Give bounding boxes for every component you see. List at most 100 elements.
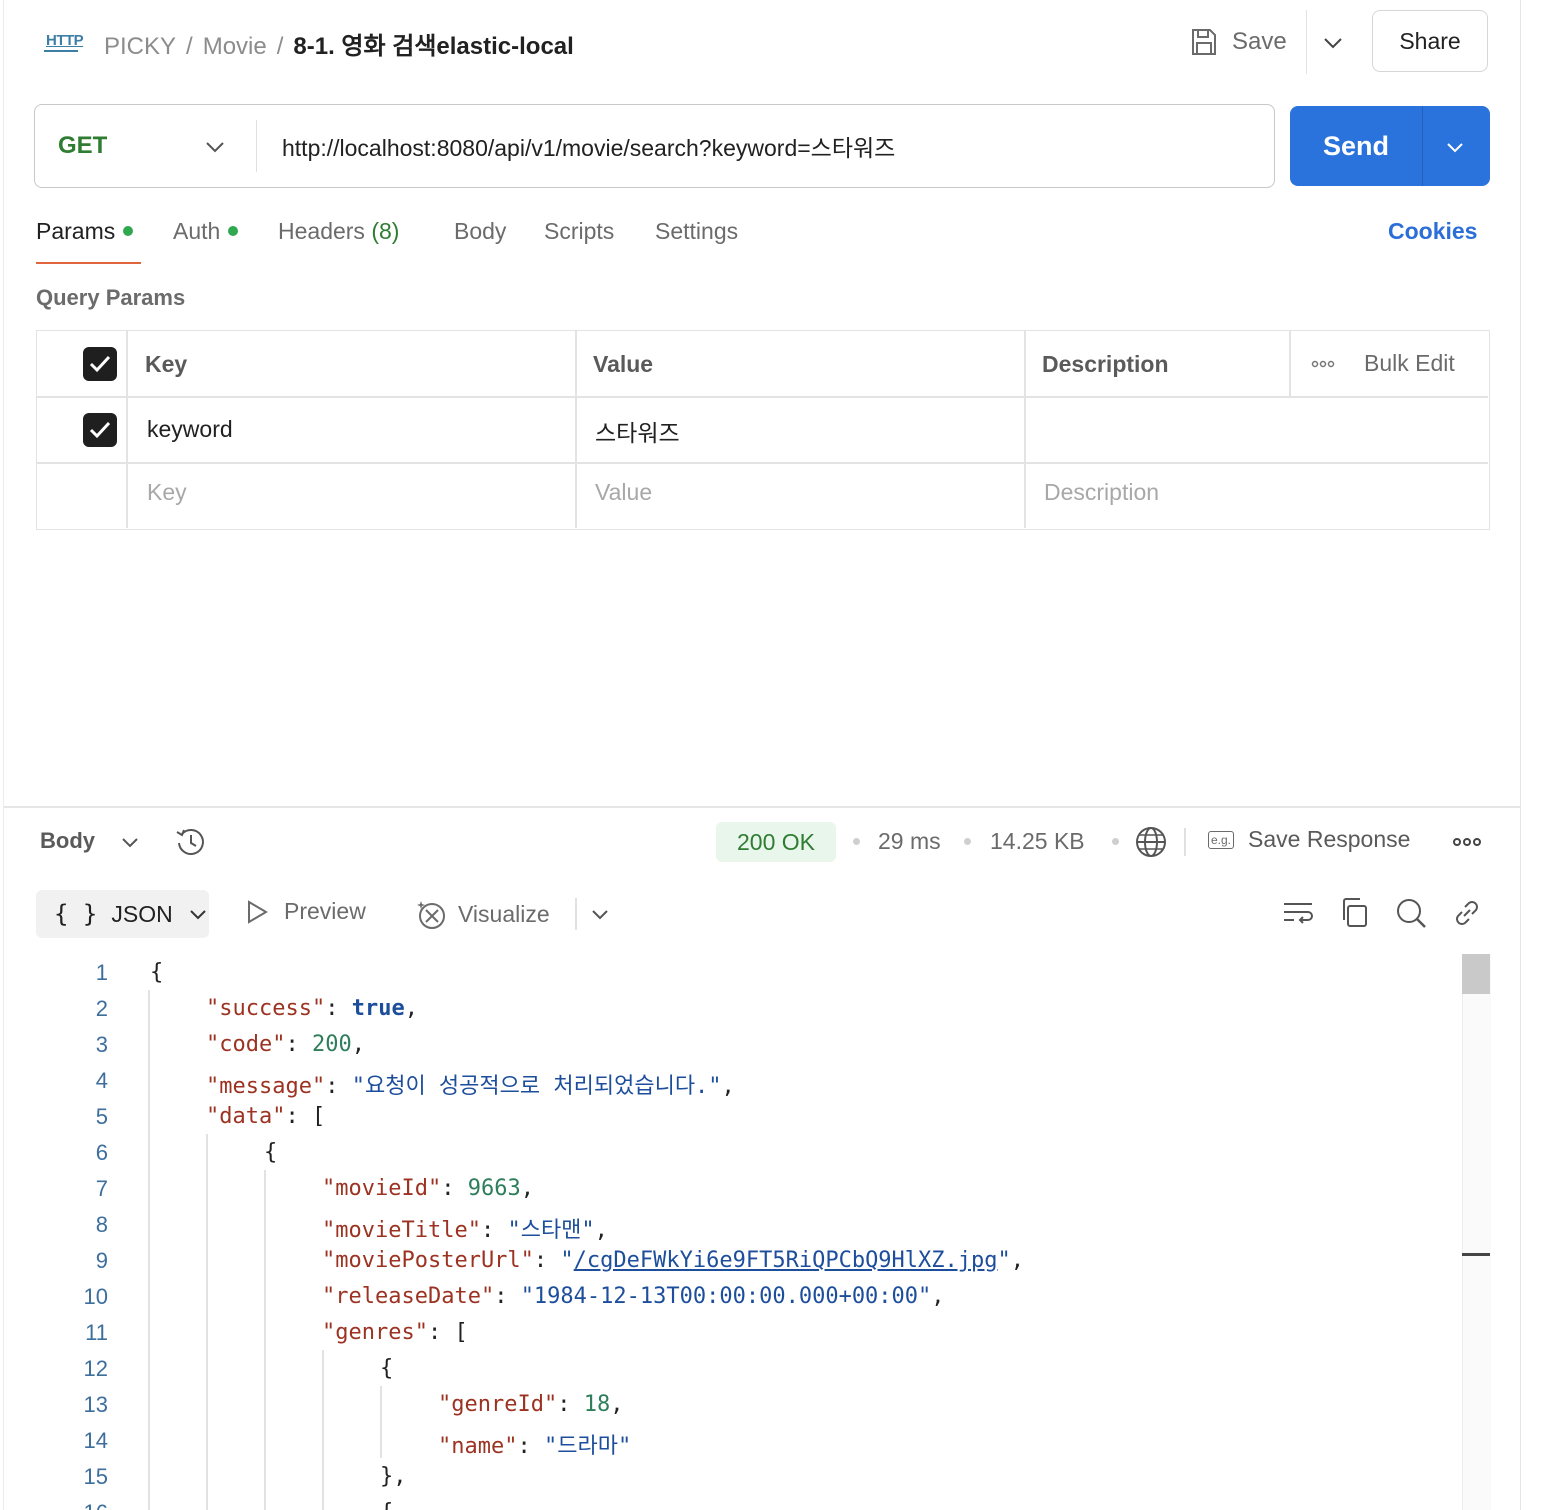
tab-headers[interactable]: Headers (8) <box>278 218 399 245</box>
scrollbar-thumb[interactable] <box>1462 954 1490 994</box>
line-number: 11 <box>85 1320 108 1345</box>
response-code-view[interactable]: 1 2 3 4 5 6 7 8 9 10 11 12 13 14 15 16 {… <box>40 954 1450 1510</box>
save-divider <box>1306 10 1307 74</box>
tab-scripts[interactable]: Scripts <box>544 218 614 245</box>
send-button[interactable]: Send <box>1290 106 1422 186</box>
line-number: 5 <box>95 1104 108 1129</box>
breadcrumb-workspace[interactable]: PICKY <box>104 33 176 60</box>
tab-params[interactable]: Params <box>36 218 134 245</box>
more-icon[interactable] <box>1452 836 1482 848</box>
right-border <box>1520 0 1521 1510</box>
new-value-input[interactable]: Value <box>595 479 652 506</box>
chevron-down-icon <box>206 142 224 153</box>
code-line: { <box>264 1140 278 1165</box>
line-number: 6 <box>95 1140 108 1165</box>
code-line: "genres": [ <box>322 1320 468 1345</box>
send-options-chevron-icon[interactable] <box>1440 132 1470 162</box>
code-line: "moviePosterUrl": "/cgDeFWkYi6e9FT5RiQPC… <box>322 1248 1025 1273</box>
bulk-edit-link[interactable]: Bulk Edit <box>1364 350 1455 377</box>
line-number: 16 <box>40 1500 108 1510</box>
status-badge: 200 OK <box>716 822 836 862</box>
auth-dot <box>228 225 239 236</box>
params-table: Key Value Description Bulk Edit keyword … <box>36 330 1490 530</box>
history-icon[interactable] <box>174 826 208 858</box>
code-line: { <box>150 960 164 985</box>
chevron-down-icon[interactable] <box>588 902 612 926</box>
response-time[interactable]: 29 ms <box>878 828 941 855</box>
send-button-group: Send <box>1290 106 1490 186</box>
response-size[interactable]: 14.25 KB <box>990 828 1085 855</box>
more-icon[interactable] <box>1311 359 1335 369</box>
line-number: 13 <box>83 1392 108 1417</box>
line-number: 14 <box>83 1428 108 1453</box>
preview-button[interactable]: Preview <box>244 898 366 925</box>
link-icon[interactable] <box>1450 896 1484 930</box>
param-row-checkbox[interactable] <box>83 413 117 447</box>
visualize-icon <box>417 901 445 929</box>
column-value: Value <box>593 351 654 377</box>
code-line: "genreId": 18, <box>438 1392 624 1417</box>
format-select[interactable]: { } JSON <box>36 890 209 938</box>
visualize-button[interactable]: Visualize <box>416 898 550 930</box>
line-number: 15 <box>83 1464 108 1489</box>
left-border <box>3 0 4 1510</box>
param-value[interactable]: 스타워즈 <box>595 414 680 448</box>
line-number: 12 <box>83 1356 108 1381</box>
json-braces-icon: { } <box>54 900 98 928</box>
http-icon: HTTP <box>44 28 84 58</box>
breadcrumb: PICKY / Movie/8-1. 영화 검색elastic-local <box>104 33 574 60</box>
new-description-input[interactable]: Description <box>1044 479 1159 506</box>
code-line: "movieTitle": "스타맨", <box>322 1218 608 1243</box>
tab-settings[interactable]: Settings <box>655 218 738 245</box>
share-button[interactable]: Share <box>1372 10 1488 72</box>
column-key: Key <box>145 351 188 377</box>
response-body-select[interactable]: Body <box>40 828 95 854</box>
breadcrumb-folder[interactable]: Movie <box>203 33 267 60</box>
query-params-title: Query Params <box>36 285 186 310</box>
save-icon <box>1192 29 1216 55</box>
chevron-down-icon[interactable] <box>118 830 142 854</box>
line-number: 1 <box>95 960 108 985</box>
code-line: "data": [ <box>206 1104 326 1129</box>
line-number: 10 <box>83 1284 108 1309</box>
code-line: { <box>380 1356 394 1381</box>
new-key-input[interactable]: Key <box>147 479 187 506</box>
code-line: "name": "드라마" <box>438 1434 632 1459</box>
param-key[interactable]: keyword <box>147 416 233 443</box>
code-line: "message": "요청이 성공적으로 처리되었습니다.", <box>206 1074 735 1099</box>
search-icon[interactable] <box>1394 896 1428 930</box>
line-number: 7 <box>95 1176 108 1201</box>
select-all-checkbox[interactable] <box>83 347 117 381</box>
line-number: 2 <box>95 996 108 1021</box>
code-line: { <box>380 1500 393 1510</box>
line-number: 3 <box>95 1032 108 1057</box>
method-select[interactable]: GET <box>36 106 256 186</box>
chevron-down-icon <box>189 910 206 920</box>
code-line: "movieId": 9663, <box>322 1176 534 1201</box>
cookies-link[interactable]: Cookies <box>1388 218 1477 245</box>
checkbox-icon <box>89 421 111 439</box>
response-divider <box>4 806 1520 808</box>
chevron-down-icon[interactable] <box>1318 28 1348 58</box>
params-dot <box>123 225 134 236</box>
tab-auth[interactable]: Auth <box>173 218 239 245</box>
url-input[interactable] <box>282 126 1242 166</box>
request-name[interactable]: 8-1. 영화 검색elastic-local <box>293 33 573 60</box>
wrap-icon[interactable] <box>1282 896 1316 930</box>
save-response-button[interactable]: e.g. Save Response <box>1208 826 1410 853</box>
line-number: 4 <box>95 1068 108 1093</box>
code-line: "code": 200, <box>206 1032 365 1057</box>
globe-icon[interactable] <box>1134 825 1168 859</box>
code-line: "releaseDate": "1984-12-13T00:00:00.000+… <box>322 1284 945 1309</box>
line-number: 9 <box>95 1248 108 1273</box>
column-description: Description <box>1042 351 1169 377</box>
line-number: 8 <box>95 1212 108 1237</box>
copy-icon[interactable] <box>1338 896 1372 930</box>
checkbox-icon <box>89 355 111 373</box>
tab-body[interactable]: Body <box>454 218 506 245</box>
example-icon: e.g. <box>1208 830 1235 849</box>
save-button[interactable]: Save <box>1190 20 1287 64</box>
play-icon <box>248 899 268 924</box>
code-scrollbar[interactable] <box>1462 954 1491 1510</box>
code-line: }, <box>380 1464 407 1489</box>
